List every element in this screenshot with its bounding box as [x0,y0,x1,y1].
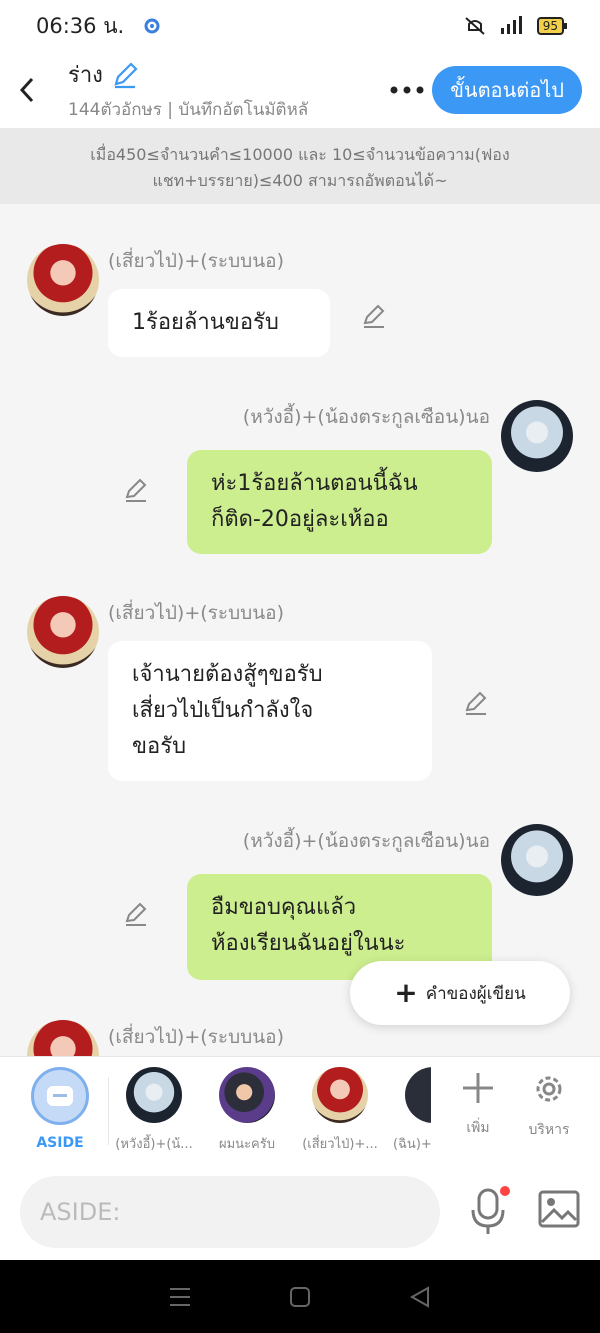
sender-name: (เสี่ยวไป่)+(ระบบนอ) [108,602,285,624]
notification-dot [500,1186,510,1196]
chat-area[interactable]: (เสี่ยวไป่)+(ระบบนอ) 1ร้อยล้านขอรับ (หวั… [0,204,600,1056]
chat-editor-screen: 06:36 น. 95 ร่าง 144ตัวอักษร | บันทึกอัต… [0,0,600,1333]
plus-icon: + [394,976,418,1009]
status-time: 06:36 น. [36,13,125,38]
edit-message-icon[interactable] [462,689,490,717]
notice-banner: เมื่อ450≤จำนวนคำ≤10000 และ 10≤จำนวนข้อคว… [0,128,600,204]
message-line: ขอรับ [132,734,187,759]
avatar[interactable] [501,824,573,896]
aside-label: ASIDE [36,1135,84,1151]
image-icon [538,1190,580,1228]
character-aside[interactable]: ASIDE [20,1067,100,1151]
status-bar: 06:36 น. 95 [0,0,600,52]
character-label: (หวังอี้)+(น้... [115,1137,193,1152]
mute-icon [465,17,485,35]
add-character-button[interactable]: เพิ่ม [448,1071,508,1139]
character-avatar [219,1067,275,1123]
avatar[interactable] [27,596,99,668]
edit-message-icon[interactable] [122,900,150,928]
avatar[interactable] [27,244,99,316]
page-title: ร่าง [68,63,103,88]
edit-title-icon[interactable] [111,61,139,89]
message-line: 1ร้อยล้านขอรับ [132,310,279,335]
character-label: (ฉิน)+ [393,1137,431,1152]
message-input[interactable] [20,1176,440,1248]
author-note-label: คำของผู้เขียน [425,983,526,1004]
header: ร่าง 144ตัวอักษร | บันทึกอัตโนมัติหลั ขั… [0,52,600,128]
sender-name: (หวังอี้)+(น้องตระกูลเซือน)นอ [242,406,490,428]
sender-name: (เสี่ยวไป่)+(ระบบนอ) [108,1026,285,1048]
more-dots-icon [390,86,424,94]
sender-name: (เสี่ยวไป่)+(ระบบนอ) [108,250,285,272]
plus-icon [463,1073,493,1103]
message-line: ก็ติด-20อยู่ละเห้ออ [211,507,389,532]
input-bar [0,1164,600,1260]
character-item[interactable]: ผมนะครับ [207,1067,287,1154]
message-bubble[interactable]: เจ้านายต้องสู้ๆขอรับ เสี่ยวไป่เป็นกำลังใ… [108,641,432,781]
aside-avatar [31,1067,89,1125]
message-line: ห่ะ1ร้อยล้านตอนนี้ฉัน [211,471,418,496]
character-item[interactable]: (ฉิน)+ [385,1067,431,1154]
author-note-button[interactable]: + คำของผู้เขียน [350,961,570,1025]
avatar[interactable] [501,400,573,472]
back-nav-button[interactable] [400,1277,440,1317]
character-label: (เสี่ยวไป่)+... [302,1137,378,1152]
back-button[interactable] [0,52,54,128]
message-line: ห้องเรียนฉันอยู่ในนะ [211,931,406,956]
character-avatar [405,1067,431,1123]
word-count-status: 144ตัวอักษร | บันทึกอัตโนมัติหลั [68,100,309,120]
message-line: เจ้านายต้องสู้ๆขอรับ [132,662,323,687]
title-area: ร่าง 144ตัวอักษร | บันทึกอัตโนมัติหลั [54,57,382,123]
character-avatar [312,1067,368,1123]
character-avatar [126,1067,182,1123]
triangle-back-icon [409,1285,429,1308]
next-step-button[interactable]: ขั้นตอนต่อไป [432,66,582,114]
more-options-button[interactable] [382,52,432,128]
insert-image-button[interactable] [538,1190,582,1234]
settings-gear-icon [144,18,160,34]
edit-message-icon[interactable] [360,302,388,330]
character-item[interactable]: (เสี่ยวไป่)+... [300,1067,380,1154]
message-bubble[interactable]: ห่ะ1ร้อยล้านตอนนี้ฉัน ก็ติด-20อยู่ละเห้อ… [187,450,492,554]
edit-message-icon[interactable] [122,476,150,504]
add-label: เพิ่ม [466,1120,490,1136]
manage-label: บริหาร [528,1122,570,1138]
battery-indicator: 95 [536,17,568,35]
avatar[interactable] [27,1020,99,1056]
recent-apps-button[interactable] [160,1277,200,1317]
square-icon [290,1286,310,1307]
sender-name: (หวังอี้)+(น้องตระกูลเซือน)นอ [242,830,490,852]
voice-input-button[interactable] [468,1186,512,1238]
home-button[interactable] [280,1277,320,1317]
chat-bubble-icon [47,1086,73,1106]
chevron-left-icon [19,77,34,103]
signal-icon [500,16,522,34]
system-nav-bar [0,1260,600,1333]
manage-button[interactable]: บริหาร [519,1071,579,1141]
divider [108,1077,109,1145]
character-label: ผมนะครับ [219,1137,275,1152]
message-line: เสี่ยวไป่เป็นกำลังใจ [132,698,314,723]
message-line: อืมขอบคุณแล้ว [211,895,357,920]
character-bar: ASIDE (หวังอี้)+(น้... ผมนะครับ (เสี่ยวไ… [0,1056,600,1164]
gear-icon [536,1076,562,1102]
status-icons: 95 [463,16,568,36]
menu-lines-icon [170,1287,190,1306]
character-item[interactable]: (หวังอี้)+(น้... [114,1067,194,1154]
message-bubble[interactable]: 1ร้อยล้านขอรับ [108,289,330,357]
